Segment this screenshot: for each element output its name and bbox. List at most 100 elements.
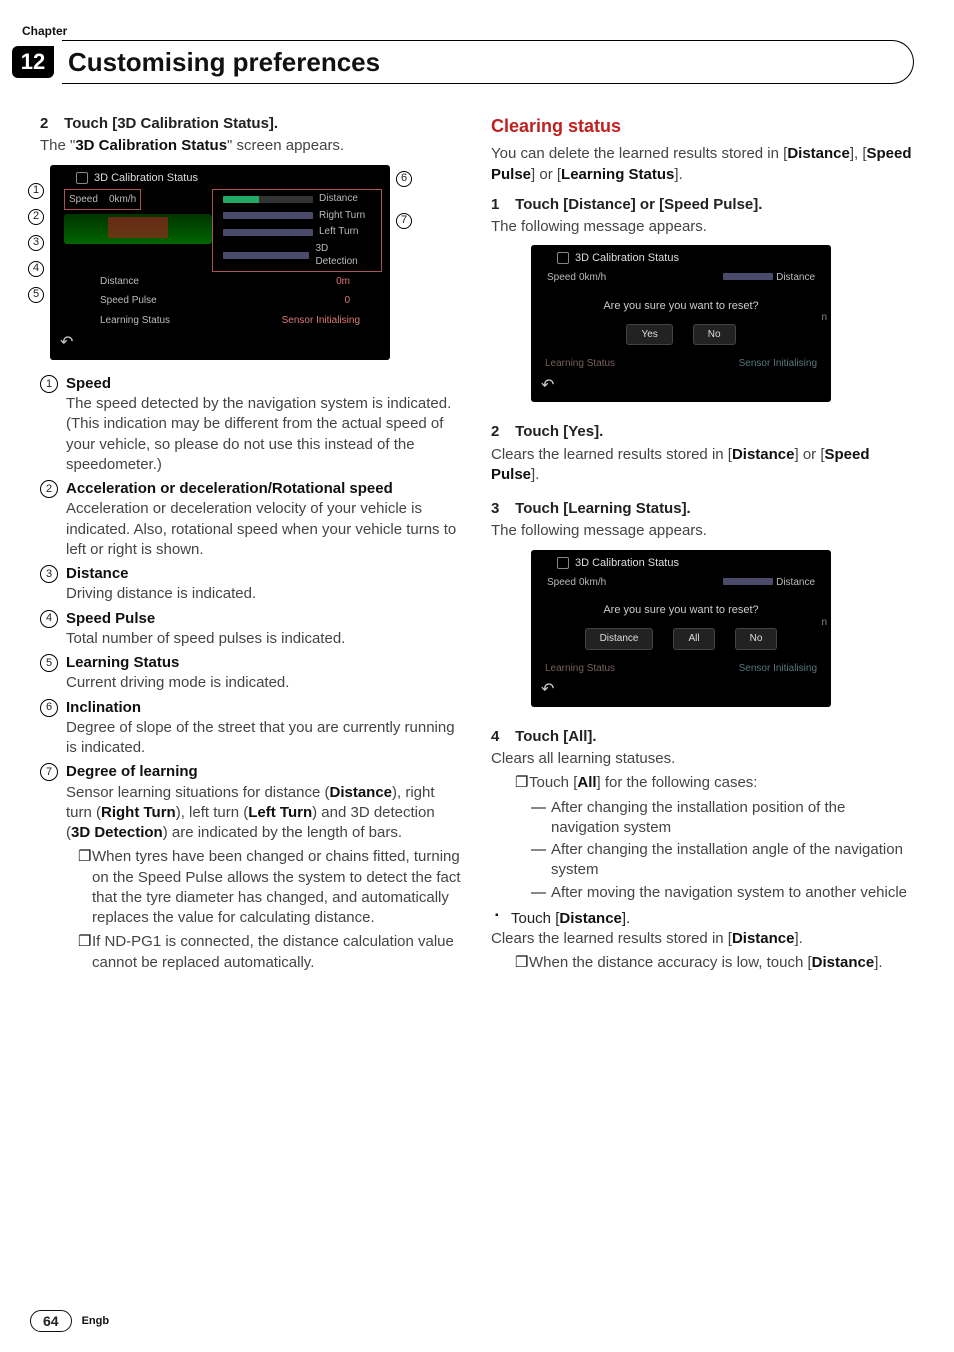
fig2-title: 3D Calibration Status: [531, 251, 831, 270]
def-num-2: 2: [40, 480, 58, 498]
note-icon: ❐: [515, 953, 529, 973]
step-title: Touch [Yes].: [515, 423, 603, 440]
back-icon: ↶: [50, 330, 390, 356]
fig1-row-distance-label: Distance: [100, 275, 139, 289]
page-number: 64: [30, 1310, 72, 1332]
fig3-title: 3D Calibration Status: [531, 556, 831, 575]
chapter-title: Customising preferences: [68, 47, 380, 78]
def-num-5: 5: [40, 654, 58, 672]
def-desc-accel: Acceleration or deceleration velocity of…: [66, 499, 463, 560]
dash-icon: —: [531, 883, 551, 903]
figure-3: 3D Calibration Status Speed 0km/h Distan…: [531, 550, 831, 707]
fig2-foot-left: Learning Status: [545, 357, 615, 371]
def-title-distance: Distance: [66, 564, 463, 584]
figure-1: 3D Calibration Status Speed 0km/h: [50, 165, 390, 360]
bar-distance: [223, 196, 313, 203]
fig3-no-button: No: [735, 628, 778, 650]
left-column: 2 Touch [3D Calibration Status]. The "3D…: [40, 114, 463, 981]
step-number: 2: [491, 422, 511, 442]
dash-icon: —: [531, 840, 551, 881]
callout-7: 7: [396, 213, 412, 229]
fig1-speed-label: Speed: [69, 194, 98, 205]
callout-4: 4: [28, 261, 44, 277]
fig3-dialog-msg: Are you sure you want to reset?: [549, 603, 813, 618]
step-4-desc: Clears all learning statuses.: [491, 749, 914, 769]
note-icon: ❐: [78, 847, 92, 928]
when-low: When the distance accuracy is low, touch…: [529, 953, 914, 973]
callout-2: 2: [28, 209, 44, 225]
sub-bullet-1: When tyres have been changed or chains f…: [92, 847, 463, 928]
touch-all-lead: Touch [All] for the following cases:: [529, 773, 914, 793]
def-title-pulse: Speed Pulse: [66, 609, 463, 629]
fig3-foot-right: Sensor Initialising: [739, 662, 817, 676]
def-desc-learning: Current driving mode is indicated.: [66, 673, 463, 693]
right-step-3: 3 Touch [Learning Status].: [491, 499, 914, 519]
figure-1-wrap: 1 2 3 4 5 6 7 3D Calibration Status Spe: [50, 165, 390, 360]
def-num-1: 1: [40, 375, 58, 393]
step-2-desc: Clears the learned results stored in [Di…: [491, 445, 914, 486]
page-footer: 64 Engb: [30, 1310, 109, 1332]
right-step-2: 2 Touch [Yes].: [491, 422, 914, 442]
fig1-row-pulse-label: Speed Pulse: [100, 294, 157, 308]
def-title-learning: Learning Status: [66, 653, 463, 673]
fig3-distance-button: Distance: [585, 628, 654, 650]
fig3-edge-text: n: [821, 616, 827, 630]
chapter-label: Chapter: [22, 24, 914, 38]
clearing-intro: You can delete the learned results store…: [491, 144, 914, 185]
right-column: Clearing status You can delete the learn…: [491, 114, 914, 981]
dash-1: After changing the installation position…: [551, 798, 914, 839]
step-title: Touch [Learning Status].: [515, 500, 691, 517]
heading-clearing-status: Clearing status: [491, 114, 914, 138]
def-desc-degree: Sensor learning situations for distance …: [66, 783, 463, 844]
step-number: 4: [491, 727, 511, 747]
bar-label: 3D Detection: [315, 242, 371, 269]
fig3-all-button: All: [673, 628, 714, 650]
touch-distance-row: ▪ Touch [Distance].: [495, 909, 914, 929]
lang-code: Engb: [82, 1315, 110, 1327]
def-desc-speed: The speed detected by the navigation sys…: [66, 394, 463, 475]
def-desc-distance: Driving distance is indicated.: [66, 584, 463, 604]
step-number: 2: [40, 114, 60, 134]
right-step-1: 1 Touch [Distance] or [Speed Pulse].: [491, 195, 914, 215]
step-number: 1: [491, 195, 511, 215]
right-step-4: 4 Touch [All].: [491, 727, 914, 747]
callouts-right: 6 7: [396, 171, 412, 229]
left-step-2: 2 Touch [3D Calibration Status].: [40, 114, 463, 134]
step-title: Touch [Distance] or [Speed Pulse].: [515, 196, 762, 213]
fig3-foot-left: Learning Status: [545, 662, 615, 676]
step-3-desc: The following message appears.: [491, 521, 914, 541]
fig1-row-learning-label: Learning Status: [100, 314, 170, 328]
dash-list: —After changing the installation positio…: [531, 798, 914, 903]
definitions-list: 1 Speed The speed detected by the naviga…: [40, 374, 463, 977]
callouts-left: 1 2 3 4 5: [28, 183, 44, 303]
def-num-3: 3: [40, 565, 58, 583]
note-icon: ❐: [78, 932, 92, 973]
bar-label: Right Turn: [319, 209, 365, 223]
chapter-number-badge: 12: [12, 46, 54, 78]
chapter-header: 12 Customising preferences: [40, 40, 914, 84]
bar-right-turn: [223, 212, 313, 219]
fig2-dialog-msg: Are you sure you want to reset?: [549, 299, 813, 314]
fig1-title: 3D Calibration Status: [50, 171, 390, 190]
bar-left-turn: [223, 229, 313, 236]
fig2-foot-right: Sensor Initialising: [739, 357, 817, 371]
def-num-7: 7: [40, 763, 58, 781]
callout-3: 3: [28, 235, 44, 251]
clears-distance: Clears the learned results stored in [Di…: [491, 929, 914, 949]
def-desc-incl: Degree of slope of the street that you a…: [66, 718, 463, 759]
bar-label: Distance: [319, 192, 358, 206]
fig1-row-learning-value: Sensor Initialising: [282, 314, 360, 328]
fig1-speed-value: 0km/h: [109, 194, 136, 205]
def-title-accel: Acceleration or deceleration/Rotational …: [66, 479, 463, 499]
fig1-row-distance-value: 0m: [336, 275, 350, 289]
sub-bullet-2: If ND-PG1 is connected, the distance cal…: [92, 932, 463, 973]
fig2-edge-text: n: [821, 311, 827, 325]
def-title-degree: Degree of learning: [66, 762, 463, 782]
back-icon: ↶: [531, 677, 831, 703]
note-icon: ❐: [515, 773, 529, 793]
bar-3d-detection: [223, 252, 309, 259]
step-2-desc: The "3D Calibration Status" screen appea…: [40, 136, 463, 156]
dash-icon: —: [531, 798, 551, 839]
step-number: 3: [491, 499, 511, 519]
bar-label: Left Turn: [319, 225, 358, 239]
